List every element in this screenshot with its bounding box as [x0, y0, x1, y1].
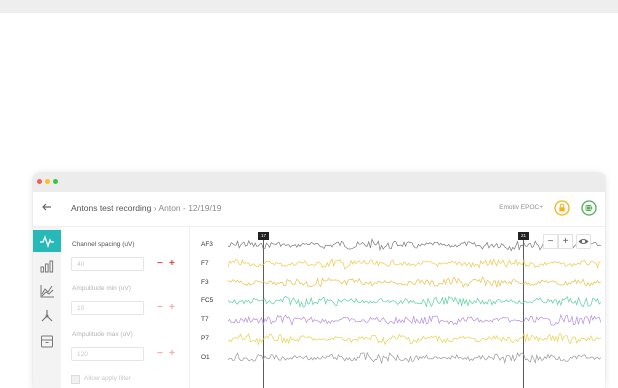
- amplitude-min-input[interactable]: 10: [71, 301, 144, 315]
- eye-icon: [578, 239, 589, 244]
- line-graph-icon: [40, 285, 54, 298]
- channel-label: P7: [201, 335, 209, 342]
- channel-label: FC5: [201, 297, 214, 305]
- maximize-window-button[interactable]: [53, 179, 58, 184]
- event-marker-label[interactable]: 21: [518, 232, 529, 240]
- amplitude-min-label: Ampulitude min (uV): [72, 285, 131, 292]
- amplitude-max-increase-button[interactable]: +: [169, 349, 175, 359]
- visibility-toggle[interactable]: [576, 234, 591, 249]
- app-window: Antons test recording › Anton - 12/19/19…: [33, 173, 605, 388]
- channel-spacing-label: Channel spacing (uV): [72, 241, 135, 248]
- channel-label: F3: [201, 278, 209, 286]
- breadcrumb-recording[interactable]: Antons test recording: [71, 203, 151, 213]
- channel-label: F7: [201, 259, 209, 267]
- recording-header: Antons test recording › Anton - 12/19/19…: [33, 192, 605, 227]
- sidebar-item-network[interactable]: [33, 305, 61, 327]
- channel-trace-f3: [227, 276, 601, 288]
- device-name: Emotiv EPOC+: [499, 204, 543, 211]
- display-controls-panel: Channel spacing (uV) 40 − + Ampulitude m…: [61, 227, 190, 388]
- sidebar-item-waveform[interactable]: [33, 230, 61, 252]
- zoom-controls: − +: [543, 234, 601, 250]
- lock-icon[interactable]: [554, 200, 570, 216]
- channel-spacing-increase-button[interactable]: +: [169, 259, 175, 269]
- archive-icon: [41, 335, 53, 348]
- amplitude-max-label: Ampulitude max (uV): [72, 331, 133, 338]
- eeg-plot: AF3 F7 F3 FC5 T7 P7 O1 17 21 − +: [190, 227, 605, 388]
- channel-trace-t7: [227, 313, 602, 327]
- sidebar: [33, 227, 61, 388]
- zoom-in-button[interactable]: +: [558, 234, 573, 249]
- bar-chart-icon: [40, 260, 54, 273]
- channel-spacing-decrease-button[interactable]: −: [157, 259, 163, 269]
- minimize-window-button[interactable]: [45, 179, 50, 184]
- amplitude-max-input[interactable]: 120: [71, 347, 144, 361]
- event-marker-label[interactable]: 17: [258, 232, 269, 240]
- network-icon: [41, 310, 53, 322]
- channel-label: AF3: [201, 241, 213, 248]
- apply-filter-label: Allow apply filter: [84, 375, 131, 382]
- amplitude-max-decrease-button[interactable]: −: [157, 349, 163, 359]
- battery-icon[interactable]: [581, 200, 597, 216]
- amplitude-min-increase-button[interactable]: +: [169, 303, 175, 313]
- page-top-band: [0, 0, 618, 13]
- waveform-icon: [40, 235, 54, 249]
- channel-trace-fc5: [227, 295, 602, 308]
- breadcrumb: Antons test recording › Anton - 12/19/19: [71, 203, 222, 213]
- apply-filter-checkbox[interactable]: [71, 375, 80, 384]
- close-window-button[interactable]: [37, 179, 42, 184]
- channel-label: O1: [201, 353, 210, 361]
- sidebar-item-bar-chart[interactable]: [33, 255, 61, 277]
- zoom-out-button[interactable]: −: [543, 234, 558, 249]
- sidebar-item-line-graph[interactable]: [33, 280, 61, 302]
- breadcrumb-subject: Anton - 12/19/19: [158, 203, 222, 213]
- sidebar-item-archive[interactable]: [33, 330, 61, 352]
- window-titlebar: [33, 173, 605, 192]
- channel-trace-p7: [227, 332, 602, 346]
- channel-label: T7: [201, 316, 209, 324]
- amplitude-min-decrease-button[interactable]: −: [157, 303, 163, 313]
- eeg-waveforms: [227, 238, 602, 388]
- channel-spacing-input[interactable]: 40: [71, 257, 144, 271]
- channel-trace-f7: [227, 258, 601, 270]
- back-arrow-icon[interactable]: [40, 200, 54, 214]
- channel-trace-o1: [227, 351, 602, 365]
